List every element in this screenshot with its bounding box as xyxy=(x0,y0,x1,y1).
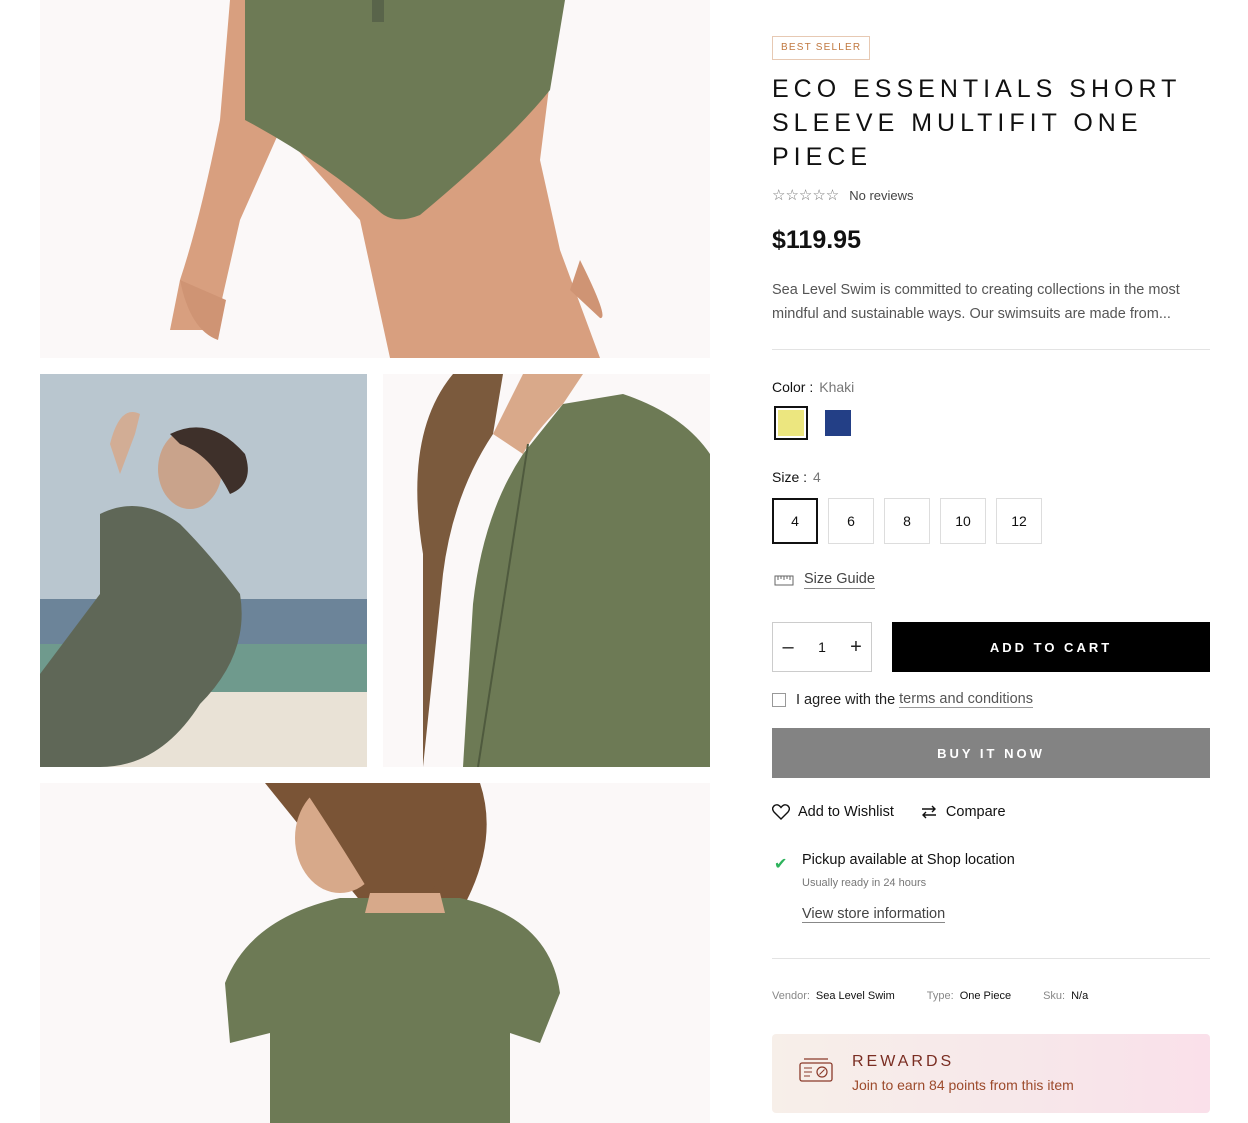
color-label-text: Color : xyxy=(772,379,814,395)
swatch-chip xyxy=(778,410,804,436)
heart-icon xyxy=(772,804,790,820)
product-image-front[interactable] xyxy=(40,0,710,358)
size-selected-value: 4 xyxy=(813,469,821,485)
rating[interactable]: ☆☆☆☆☆ No reviews xyxy=(772,186,914,204)
product-title: ECO ESSENTIALS SHORT SLEEVE MULTIFIT ONE… xyxy=(772,75,1181,171)
size-option-4[interactable]: 4 xyxy=(772,498,818,544)
meta-type: Type: One Piece xyxy=(927,990,1011,1002)
rewards-ticket-icon xyxy=(799,1058,833,1082)
color-swatch-khaki[interactable] xyxy=(774,406,808,440)
meta-sku: Sku: N/a xyxy=(1043,990,1088,1002)
compare-icon xyxy=(921,805,936,819)
reviews-count: No reviews xyxy=(849,187,914,203)
compare-label: Compare xyxy=(945,804,1006,820)
meta-sku-value: N/a xyxy=(1071,990,1089,1002)
product-image-zipper[interactable] xyxy=(383,374,710,767)
product-actions: Add to Wishlist Compare xyxy=(772,804,1006,820)
size-option-8[interactable]: 8 xyxy=(884,498,930,544)
pickup-ready-time: Usually ready in 24 hours xyxy=(802,877,927,889)
product-price: $119.95 xyxy=(772,226,861,254)
size-option-12[interactable]: 12 xyxy=(996,498,1042,544)
size-label: Size : 4 xyxy=(772,469,821,485)
terms-checkbox[interactable] xyxy=(772,692,786,707)
divider xyxy=(772,958,1210,959)
size-guide[interactable]: Size Guide xyxy=(774,571,875,589)
buy-it-now-button[interactable]: BUY IT NOW xyxy=(772,728,1210,778)
product-image-back[interactable] xyxy=(40,783,710,1123)
meta-vendor-label: Vendor: xyxy=(772,990,810,1002)
size-option-10[interactable]: 10 xyxy=(940,498,986,544)
add-to-cart-button[interactable]: ADD TO CART xyxy=(892,622,1210,672)
meta-vendor-value: Sea Level Swim xyxy=(815,990,895,1002)
color-label: Color : Khaki xyxy=(772,379,854,395)
quantity-minus-button[interactable]: – xyxy=(781,636,795,659)
product-gallery xyxy=(40,0,710,1123)
color-selected-value: Khaki xyxy=(819,379,855,395)
meta-vendor: Vendor: Sea Level Swim xyxy=(772,990,895,1002)
meta-type-label: Type: xyxy=(926,990,954,1002)
meta-type-value: One Piece xyxy=(959,990,1012,1002)
pickup-title: Pickup available at Shop location xyxy=(802,852,1015,868)
product-image-beach[interactable] xyxy=(40,374,367,767)
color-swatches xyxy=(774,406,855,440)
product-meta: Vendor: Sea Level Swim Type: One Piece Sku… xyxy=(772,990,1088,1002)
meta-sku-label: Sku: xyxy=(1043,990,1066,1002)
quantity-stepper: – 1 + xyxy=(772,622,872,672)
divider xyxy=(772,349,1210,350)
star-rating-icon: ☆☆☆☆☆ xyxy=(772,187,840,204)
rewards-title: REWARDS xyxy=(852,1053,955,1070)
terms-text: I agree with the xyxy=(796,691,896,708)
color-swatch-navy[interactable] xyxy=(821,406,855,440)
view-store-info-link[interactable]: View store information xyxy=(802,906,946,923)
best-seller-badge: BEST SELLER xyxy=(772,36,871,60)
wishlist-label: Add to Wishlist xyxy=(798,804,894,820)
size-option-6[interactable]: 6 xyxy=(828,498,874,544)
rewards-text: Join to earn 84 points from this item xyxy=(852,1077,1074,1093)
quantity-input[interactable]: 1 xyxy=(818,639,826,655)
terms-link[interactable]: terms and conditions xyxy=(899,691,1033,708)
product-description: Sea Level Swim is committed to creating … xyxy=(772,282,1180,322)
compare-button[interactable]: Compare xyxy=(920,804,1006,820)
add-to-wishlist-button[interactable]: Add to Wishlist xyxy=(772,804,894,820)
ruler-icon xyxy=(774,575,794,586)
quantity-plus-button[interactable]: + xyxy=(849,636,863,659)
rewards-banner[interactable]: REWARDS Join to earn 84 points from this… xyxy=(772,1034,1210,1113)
terms-agreement: I agree with the terms and conditions xyxy=(772,691,1033,708)
swatch-chip xyxy=(825,410,851,436)
size-options: 4 6 8 10 12 xyxy=(772,498,1042,544)
size-guide-link[interactable]: Size Guide xyxy=(804,571,875,589)
size-label-text: Size : xyxy=(772,469,808,485)
checkmark-icon: ✔ xyxy=(774,856,788,873)
